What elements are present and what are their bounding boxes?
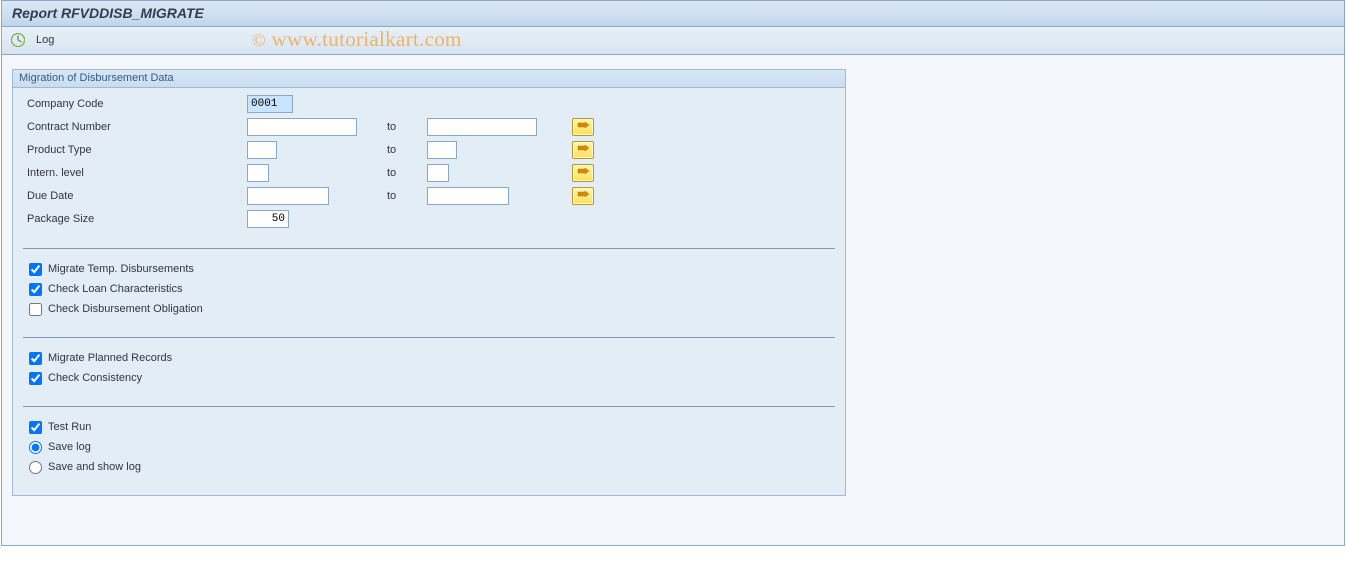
- due-date-from-input[interactable]: [247, 187, 329, 205]
- to-label: to: [383, 184, 423, 207]
- contract-number-label: Contract Number: [23, 115, 243, 138]
- selection-group: Migration of Disbursement Data Company C…: [12, 69, 846, 496]
- save-show-log-radio[interactable]: [29, 461, 42, 474]
- to-label: to: [383, 115, 423, 138]
- separator: [23, 248, 835, 249]
- watermark: © www.tutorialkart.com: [252, 27, 462, 52]
- selection-table: Company Code Contract Number to: [23, 92, 603, 230]
- app-window: Report RFVDDISB_MIGRATE Log © www.tutori…: [1, 0, 1345, 546]
- test-run-checkbox[interactable]: [29, 421, 42, 434]
- save-log-label: Save log: [48, 441, 91, 453]
- to-label: to: [383, 161, 423, 184]
- package-size-input[interactable]: [247, 210, 289, 228]
- company-code-label: Company Code: [23, 92, 243, 115]
- title-bar: Report RFVDDISB_MIGRATE: [2, 1, 1344, 27]
- save-show-log-label: Save and show log: [48, 461, 141, 473]
- multiple-selection-button[interactable]: [572, 118, 594, 136]
- contract-number-to-input[interactable]: [427, 118, 537, 136]
- group-title: Migration of Disbursement Data: [12, 69, 846, 88]
- content-area: Migration of Disbursement Data Company C…: [2, 55, 1344, 545]
- product-type-from-input[interactable]: [247, 141, 277, 159]
- check-consistency-label: Check Consistency: [48, 372, 142, 384]
- check-loan-label: Check Loan Characteristics: [48, 283, 183, 295]
- intern-level-from-input[interactable]: [247, 164, 269, 182]
- migrate-temp-label: Migrate Temp. Disbursements: [48, 263, 194, 275]
- save-log-radio[interactable]: [29, 441, 42, 454]
- migrate-temp-checkbox[interactable]: [29, 263, 42, 276]
- intern-level-to-input[interactable]: [427, 164, 449, 182]
- to-label: to: [383, 138, 423, 161]
- migrate-planned-checkbox[interactable]: [29, 352, 42, 365]
- execute-icon[interactable]: [10, 32, 26, 48]
- separator: [23, 337, 835, 338]
- check-obligation-checkbox[interactable]: [29, 303, 42, 316]
- contract-number-from-input[interactable]: [247, 118, 357, 136]
- log-button[interactable]: Log: [32, 33, 58, 47]
- multiple-selection-button[interactable]: [572, 164, 594, 182]
- due-date-to-input[interactable]: [427, 187, 509, 205]
- check-consistency-checkbox[interactable]: [29, 372, 42, 385]
- check-obligation-label: Check Disbursement Obligation: [48, 303, 203, 315]
- product-type-label: Product Type: [23, 138, 243, 161]
- toolbar: Log © www.tutorialkart.com: [2, 27, 1344, 55]
- multiple-selection-button[interactable]: [572, 141, 594, 159]
- product-type-to-input[interactable]: [427, 141, 457, 159]
- intern-level-label: Intern. level: [23, 161, 243, 184]
- multiple-selection-button[interactable]: [572, 187, 594, 205]
- migrate-planned-label: Migrate Planned Records: [48, 352, 172, 364]
- page-title: Report RFVDDISB_MIGRATE: [12, 5, 204, 21]
- separator: [23, 406, 835, 407]
- check-loan-checkbox[interactable]: [29, 283, 42, 296]
- test-run-label: Test Run: [48, 421, 91, 433]
- company-code-input[interactable]: [247, 95, 293, 113]
- package-size-label: Package Size: [23, 207, 243, 230]
- due-date-label: Due Date: [23, 184, 243, 207]
